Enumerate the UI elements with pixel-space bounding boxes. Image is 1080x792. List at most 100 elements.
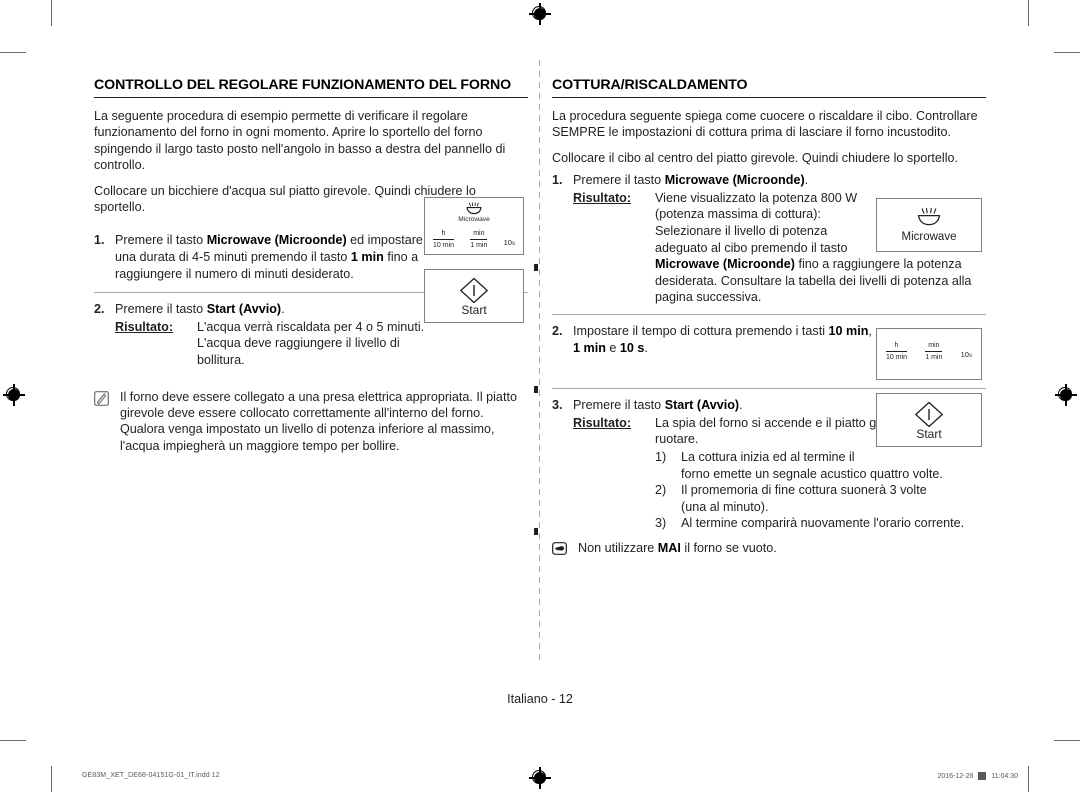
right-step-3-number: 3. [552, 398, 563, 413]
timer-min-top-label-right: min [925, 341, 943, 352]
timer-hour-top-label-right: h [886, 341, 908, 352]
right-step-3-sub-3-text: Al termine comparirà nuovamente l'orario… [681, 516, 965, 531]
crop-mark-bottom-left-h [0, 740, 26, 741]
right-step-2-bold-b: 1 min [573, 340, 606, 355]
timer-tens-value-right: 10 [960, 350, 969, 359]
left-note-text: Il forno deve essere collegato a una pre… [120, 389, 517, 453]
pointing-hand-icon [552, 540, 578, 559]
timer-min-bottom-label-right: 1 min [925, 354, 943, 361]
timer-min-bottom-label: 1 min [470, 242, 488, 249]
right-step-2-text-c: e [605, 340, 620, 355]
right-step-1-result-bold: Microwave (Microonde) [655, 257, 795, 272]
left-title-rule [94, 97, 528, 98]
timer-min-top-label: min [470, 229, 488, 240]
footer-timestamp: 2016-12-28 11:04:30 [937, 772, 1018, 780]
right-step-3-sub-1: 1) La cottura inizia ed al termine il fo… [655, 449, 986, 482]
right-step-1-number: 1. [552, 173, 563, 188]
left-step-2-body: Premere il tasto Start (Avvio). Risultat… [115, 301, 433, 368]
microwave-key-label-left: Microwave [458, 216, 490, 223]
right-step-1-result-line-1: Viene visualizzato la potenza 800 W [655, 190, 858, 205]
right-rule-2 [552, 388, 986, 390]
right-step-1-bold-a: Microwave (Microonde) [664, 173, 805, 188]
crop-mark-top-right-h [1054, 52, 1080, 53]
right-note-bold-a: MAI [657, 540, 681, 555]
right-note-text-b: il forno se vuoto. [680, 540, 777, 555]
right-step-1-text-a: Premere il tasto [573, 173, 665, 188]
timer-tens-unit-right: s [968, 353, 972, 359]
clock-glyph-icon [978, 772, 987, 780]
left-column: CONTROLLO DEL REGOLARE FUNZIONAMENTO DEL… [94, 76, 528, 454]
right-step-3-sub-2: 2) Il promemoria di fine cottura suonerà… [655, 482, 986, 515]
timer-tens-unit: s [511, 241, 515, 247]
right-step-1-result-line-3: Selezionare il livello di potenza [655, 224, 828, 238]
right-step-3-sub-1-marker: 1) [655, 449, 667, 464]
right-note-text-a: Non utilizzare [578, 540, 658, 555]
right-step-3-sublist: 1) La cottura inizia ed al termine il fo… [655, 449, 986, 532]
right-step-3-sub-1-text: La cottura inizia ed al termine il forno… [681, 449, 986, 482]
crop-mark-top-left-h [0, 52, 26, 53]
right-intro-paragraph-2: Collocare il cibo al centro del piatto g… [552, 150, 959, 165]
timer-key-min-right: min 1 min [925, 341, 943, 363]
microwave-key-label-right: Microwave [901, 231, 957, 243]
right-step-3-sub-2-marker: 2) [655, 483, 667, 498]
manual-page: CONTROLLO DEL REGOLARE FUNZIONAMENTO DEL… [0, 0, 1080, 792]
right-step-1-result-line-2: (potenza massima di cottura): [655, 207, 821, 222]
right-step-1-line: Premere il tasto Microwave (Microonde). [573, 172, 1007, 189]
left-step-1-body: Premere il tasto Microwave (Microonde) e… [115, 232, 433, 282]
left-step-1-text-a: Premere il tasto [115, 233, 207, 248]
right-step-2-text-b: , [868, 323, 872, 338]
timer-key-hour-right: h 10 min [886, 341, 908, 363]
right-step-3-bold-a: Start (Avvio) [664, 398, 740, 413]
keybox-microwave-right: Microwave [876, 198, 982, 252]
left-step-2-number: 2. [94, 302, 105, 317]
right-step-3-sub-1-line-2: forno emette un segnale acustico quattro… [681, 466, 943, 481]
left-step-1-bold-b: 1 min [350, 250, 384, 265]
left-step-1-bold-a: Microwave (Microonde) [206, 233, 347, 248]
right-note: Non utilizzare MAI il forno se vuoto. [552, 540, 986, 559]
crop-mark-bottom-right-v [1028, 766, 1029, 792]
right-step-2-text-a: Impostare il tempo di cottura premendo i… [573, 323, 829, 338]
microwave-icon [466, 202, 482, 215]
left-step-2-text-a: Premere il tasto [115, 302, 207, 317]
keybox-microwave-timer-left: Microwave h 10 min min 1 min 10s [424, 197, 524, 255]
divider-tick-top [534, 264, 538, 271]
note-pencil-icon [94, 389, 120, 455]
registration-mark-right [1055, 384, 1077, 406]
footer-date: 2016-12-28 [937, 772, 974, 780]
start-key-label-left: Start [461, 303, 487, 317]
right-section-title: COTTURA/RISCALDAMENTO [552, 77, 748, 93]
right-step-1-result-label: Risultato: [573, 190, 632, 205]
right-step-2-bold-c: 10 s [619, 340, 645, 355]
timer-key-tens-left: 10s [504, 238, 515, 251]
right-step-3-text-a: Premere il tasto [573, 398, 665, 413]
registration-mark-top [529, 3, 551, 25]
timer-hour-bottom-label: 10 min [433, 242, 455, 249]
right-step-3-result-label: Risultato: [573, 415, 632, 430]
right-step-1-result-line-5: Microwave (Microonde) fino a raggiungere… [655, 256, 1007, 306]
right-step-3-sub-3: 3) Al termine comparirà nuovamente l'ora… [655, 515, 986, 532]
start-key-label-right: Start [916, 427, 942, 441]
registration-mark-left [3, 384, 25, 406]
right-step-3-sub-2-line-2: (una al minuto). [681, 499, 769, 514]
left-intro-paragraph-1: La seguente procedura di esempio permett… [94, 109, 506, 173]
start-icon-right [915, 401, 943, 428]
right-step-2-number: 2. [552, 323, 563, 338]
left-note: Il forno deve essere collegato a una pre… [94, 389, 528, 455]
timer-key-tens-right: 10s [961, 350, 972, 363]
timer-key-hour-left: h 10 min [433, 229, 455, 251]
page-folio: Italiano - 12 [507, 692, 573, 706]
timer-hour-bottom-label-right: 10 min [886, 354, 908, 361]
right-step-2-text-d: . [644, 340, 648, 355]
left-step-2-result-text: L'acqua verrà riscaldata per 4 o 5 minut… [197, 319, 425, 367]
left-step-2-text-b: . [281, 302, 285, 317]
column-divider [539, 60, 540, 660]
timer-tens-value: 10 [503, 238, 512, 247]
registration-mark-bottom [529, 767, 551, 789]
right-step-3-sub-3-marker: 3) [655, 516, 667, 531]
divider-tick-bottom [534, 528, 538, 535]
microwave-icon-large [917, 207, 941, 226]
right-step-3-sub-2-line-1: Il promemoria di fine cottura suonerà 3 … [681, 483, 927, 498]
right-step-2-body: Impostare il tempo di cottura premendo i… [573, 323, 873, 356]
right-step-3-text-b: . [739, 398, 743, 413]
keybox-timer-right: h 10 min min 1 min 10s [876, 328, 982, 380]
